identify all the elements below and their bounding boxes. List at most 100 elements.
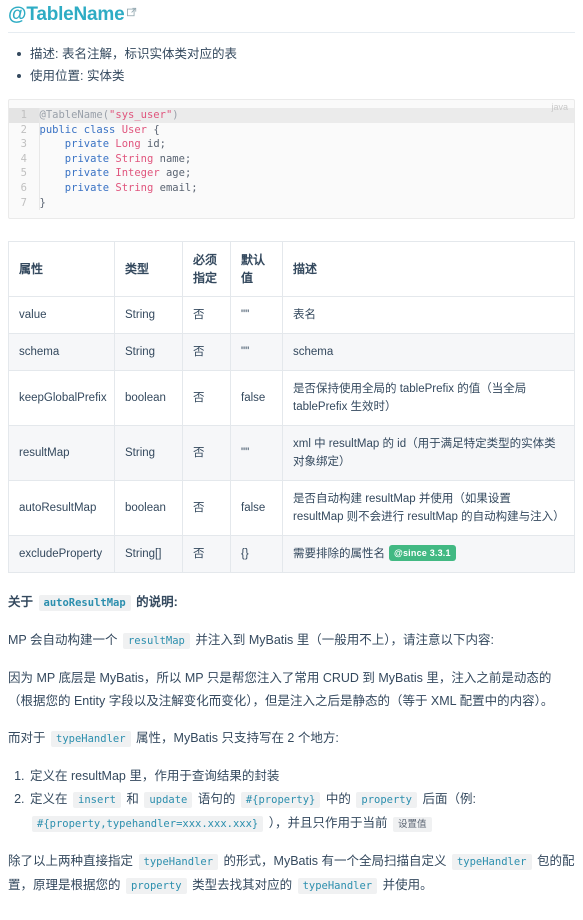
note-heading-suffix: 的说明: (136, 595, 178, 610)
cell-default: "" (230, 333, 283, 372)
column-header: 描述 (282, 241, 575, 298)
cell-description: 是否保持使用全局的 tablePrefix 的值（当全局 tablePrefix… (282, 370, 575, 427)
cell-required: 否 (182, 333, 231, 372)
cell-attribute: keepGlobalPrefix (8, 370, 115, 427)
note-p3-part-b: 属性，MyBatis 只支持写在 2 个地方: (136, 731, 339, 746)
cell-attribute: autoResultMap (8, 480, 115, 537)
note-paragraph-1: MP 会自动构建一个 resultMap 并注入到 MyBatis 里（一般用不… (8, 629, 575, 653)
note-paragraph-4: 除了以上两种直接指定 typeHandler 的形式，MyBatis 有一个全局… (8, 850, 575, 898)
li2-part-f: ），并且只作用于当前 (268, 816, 388, 831)
attributes-table-head: 属性 类型 必须 指定 默认值描述 (8, 241, 575, 298)
code-line: 6 private String email; (9, 180, 574, 196)
cell-attribute: schema (8, 333, 115, 372)
since-version-badge: @since 3.3.1 (389, 545, 456, 562)
cell-required: 否 (182, 296, 231, 335)
code-lines-table: 1 @TableName("sys_user") 2 public class Use… (9, 108, 574, 211)
li2-part-a: 定义在 (30, 792, 68, 807)
cell-default: false (230, 370, 283, 427)
table-header-row: 属性 类型 必须 指定 默认值描述 (8, 241, 575, 298)
column-header: 属性 (8, 241, 115, 298)
li2-part-b: 和 (126, 792, 139, 807)
inline-code-property-placeholder: #{property} (240, 792, 321, 809)
inline-code-property: property (356, 792, 417, 809)
code-line: 7} (9, 195, 574, 211)
external-link-icon[interactable] (126, 7, 137, 17)
inline-code-typehandler: typeHandler (51, 731, 131, 748)
table-row: resultMap String 否 "" xml 中 resultMap 的 id（用… (8, 425, 575, 482)
table-row: excludeProperty String[] 否{} 需要排除的属性名 @since… (8, 535, 575, 574)
cell-default: {} (230, 535, 283, 574)
attributes-table-body: value String 否 "" 表名 schema String 否 "" schema kee… (8, 296, 575, 574)
note-p3-part-a: 而对于 (8, 731, 46, 746)
description-bullet-list: 描述: 表名注解，标识实体类对应的表 使用位置: 实体类 (8, 43, 575, 87)
table-row: value String 否 "" 表名 (8, 296, 575, 335)
table-row: keepGlobalPrefix boolean 否 false 是否保持使用全局的 t… (8, 370, 575, 427)
cell-type: boolean (114, 370, 183, 427)
inline-code-typehandler-1: typeHandler (138, 854, 219, 871)
note-p1-part-b: 并注入到 MyBatis 里（一般用不上），请注意以下内容: (195, 633, 494, 648)
page-title-row: @TableName (8, 0, 575, 26)
inline-code-resultmap: resultMap (122, 633, 190, 650)
note-paragraph-2: 因为 MP 底层是 MyBatis，所以 MP 只是帮您注入了常用 CRUD 到… (8, 671, 554, 709)
inline-code-property-typehandler-example: #{property,typehandler=xxx.xxx.xxx} (32, 816, 264, 833)
typehandler-locations-list: 定义在 resultMap 里，作用于查询结果的封装 定义在 insert 和 … (8, 765, 575, 836)
code-line-content: private Long id; (64, 138, 166, 151)
autoresultmap-note-heading: 关于 autoResultMap 的说明: (8, 591, 575, 615)
code-line: 2 public class User { (9, 122, 574, 138)
cell-description: schema (282, 333, 575, 372)
cell-type: boolean (114, 480, 183, 537)
column-header: 类型 (114, 241, 183, 298)
cell-description: 需要排除的属性名 @since 3.3.1 (282, 535, 575, 574)
inline-code-typehandler-3: typeHandler (297, 878, 378, 895)
title-divider (8, 32, 575, 33)
code-line: 3 private Long id; (9, 137, 574, 152)
code-line: 4 private String name; (9, 151, 574, 167)
code-line-number: 6 (9, 180, 40, 196)
code-line-content: public class User { (39, 123, 160, 136)
list-item: 描述: 表名注解，标识实体类对应的表 (17, 43, 575, 65)
table-row: autoResultMap boolean 否 false 是否自动构建 resultM… (8, 480, 575, 537)
inline-code-autoresultmap: autoResultMap (38, 595, 131, 612)
list-item: 使用位置: 实体类 (17, 65, 575, 87)
table-row: schema String 否 "" schema (8, 333, 575, 372)
note-p4-part-b: 的形式，MyBatis 有一个全局扫描自定义 (223, 854, 447, 869)
code-line-content: } (39, 196, 46, 209)
note-p1-part-a: MP 会自动构建一个 (8, 633, 118, 648)
cell-attribute: resultMap (8, 425, 115, 482)
cell-type: String (114, 333, 183, 372)
attributes-table: 属性 类型 必须 指定 默认值描述 value String 否 "" 表名 schema Stri… (8, 241, 575, 574)
cell-required: 否 (182, 535, 231, 574)
cell-required: 否 (182, 370, 231, 427)
code-line: 1 @TableName("sys_user") (9, 108, 574, 123)
li2-part-d: 中的 (325, 792, 351, 807)
cell-attribute: value (8, 296, 115, 335)
cell-required: 否 (182, 425, 231, 482)
cell-default: "" (230, 425, 283, 482)
inline-code-set-value: 设置值 (393, 817, 432, 833)
cell-default: false (230, 480, 283, 537)
code-line-content: private String name; (64, 152, 192, 165)
cell-type: String (114, 296, 183, 335)
cell-type: String (114, 425, 183, 482)
code-block: java 1 @TableName("sys_user") 2 public clas… (8, 99, 575, 220)
documentation-page: @TableName 描述: 表名注解，标识实体类对应的表 使用位置: 实体类 … (0, 0, 583, 920)
code-language-label: java (551, 102, 568, 112)
cell-description: 表名 (282, 296, 575, 335)
code-line-number: 5 (9, 166, 40, 181)
note-p4-part-d: 类型去找其对应的 (192, 878, 293, 893)
column-header: 默认值 (230, 241, 283, 298)
inline-code-property-2: property (126, 878, 187, 895)
code-line-number: 4 (9, 151, 40, 167)
code-line-number: 2 (9, 122, 40, 138)
note-paragraph-3: 而对于 typeHandler 属性，MyBatis 只支持写在 2 个地方: (8, 727, 575, 751)
cell-required: 否 (182, 480, 231, 537)
code-line-content: private Integer age; (64, 167, 192, 180)
cell-attribute: excludeProperty (8, 535, 115, 574)
code-line-content: @TableName("sys_user") (39, 108, 574, 123)
code-line: 5 private Integer age; (9, 166, 574, 181)
note-p4-part-e: 并使用。 (382, 878, 433, 893)
cell-type: String[] (114, 535, 183, 574)
code-line-number: 1 (9, 108, 40, 123)
note-p4-part-a: 除了以上两种直接指定 (8, 854, 134, 869)
list-item: 定义在 insert 和 update 语句的 #{property} 中的 p… (28, 788, 575, 836)
